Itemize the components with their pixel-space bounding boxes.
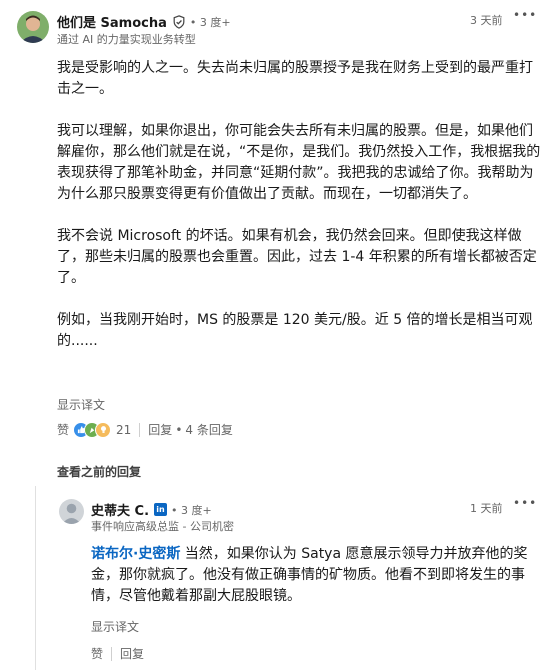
avatar[interactable] [17,11,49,43]
divider [139,422,141,437]
reply-show-translation-link[interactable]: 显示译文 [91,618,139,635]
divider [111,646,113,661]
thread-line [35,486,36,670]
reaction-count[interactable]: 21 [116,423,131,437]
reply-button[interactable]: 回复 [148,421,172,438]
reply-text: 诺布尔·史密斯 当然，如果你认为 Satya 愿意展示领导力并放弃他的奖金，那你… [91,544,541,607]
verified-icon [172,14,186,29]
reply-actions: 赞 回复 [91,645,144,662]
reply-connection-degree: • 3 度+ [171,503,212,517]
reply-author[interactable]: 史蒂夫 C. in • 3 度+ [91,500,212,519]
reply-timestamp: 1 天前 [470,502,503,515]
reply-reply-button[interactable]: 回复 [120,645,144,662]
connection-degree: • 3 度+ [189,15,231,29]
separator-dot: • [175,422,183,437]
view-previous-replies-button[interactable]: 查看之前的回复 [57,463,141,480]
reply-author-name[interactable]: 史蒂夫 C. [91,500,149,519]
comment-actions: 赞 21 回复 • 4 条回复 [57,421,233,438]
reply-body: 诺布尔·史密斯 当然，如果你认为 Satya 愿意展示领导力并放弃他的奖金，那你… [91,544,541,607]
comment-paragraph: 我不会说 Microsoft 的坏话。如果有机会，我仍然会回来。但即使我这样做了… [57,228,537,286]
more-options-button[interactable]: ••• [513,8,537,22]
author-headline: 通过 AI 的力量实现业务转型 [57,33,196,46]
reply-avatar[interactable] [59,499,84,524]
show-translation-link[interactable]: 显示译文 [57,396,105,413]
reply-author-headline: 事件响应高级总监 - 公司机密 [91,520,234,533]
reactions-summary[interactable] [73,421,112,438]
reply-like-button[interactable]: 赞 [91,645,103,662]
replies-count[interactable]: 4 条回复 [185,421,232,438]
mention-link[interactable]: 诺布尔·史密斯 [91,546,180,562]
author-name[interactable]: 他们是 Samocha [57,12,167,31]
reply-more-options-button[interactable]: ••• [513,496,537,510]
comment-author[interactable]: 他们是 Samocha • 3 度+ [57,12,231,31]
comment-paragraph: 例如，当我刚开始时，MS 的股票是 120 美元/股。近 5 倍的增长是相当可观… [57,312,533,349]
linkedin-premium-icon: in [154,503,168,516]
comment-paragraph: 我可以理解，如果你退出，你可能会失去所有未归属的股票。但是，如果他们解雇你，那么… [57,123,541,202]
comment-timestamp: 3 天前 [470,14,503,27]
like-button[interactable]: 赞 [57,421,69,438]
insightful-reaction-icon [95,421,112,438]
comment-paragraph: 我是受影响的人之一。失去尚未归属的股票授予是我在财务上受到的最严重打击之一。 [57,60,533,97]
comment-body: 我是受影响的人之一。失去尚未归属的股票授予是我在财务上受到的最严重打击之一。 我… [57,58,541,352]
